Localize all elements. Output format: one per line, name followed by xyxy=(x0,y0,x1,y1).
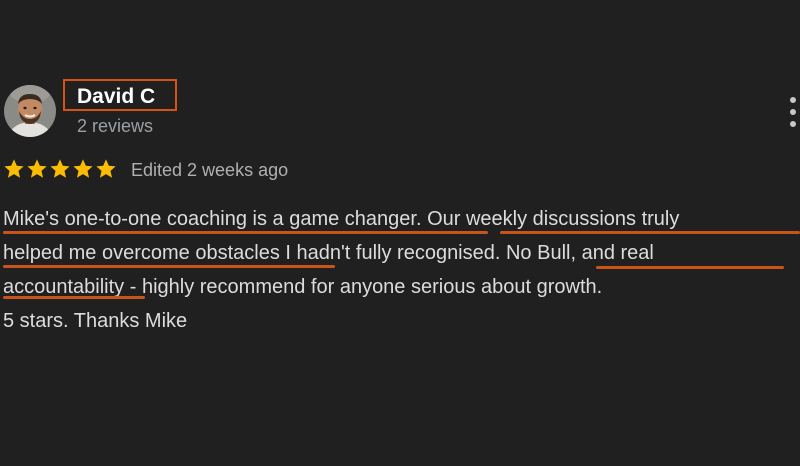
highlight-underline xyxy=(3,265,335,268)
edited-timestamp: Edited 2 weeks ago xyxy=(131,160,289,180)
highlight-underline xyxy=(3,231,488,234)
star-icon xyxy=(50,159,70,178)
review-text-line-1: Mike's one-to-one coaching is a game cha… xyxy=(3,208,680,230)
star-icon xyxy=(4,159,24,178)
person-avatar-icon xyxy=(4,85,56,137)
review-count[interactable]: 2 reviews xyxy=(77,115,153,137)
star-rating xyxy=(3,158,118,182)
review-text-line-4: 5 stars. Thanks Mike xyxy=(3,310,188,332)
highlight-underline xyxy=(3,296,145,299)
review-text-line-2: helped me overcome obstacles I hadn't fu… xyxy=(3,242,654,264)
star-icon xyxy=(96,159,116,178)
star-icon xyxy=(73,159,93,178)
highlight-underline xyxy=(596,266,784,269)
star-icon xyxy=(27,159,47,178)
avatar[interactable] xyxy=(4,85,56,137)
more-vert-icon[interactable] xyxy=(787,97,799,127)
highlight-underline xyxy=(500,231,800,234)
reviewer-name[interactable]: David C xyxy=(77,85,155,109)
